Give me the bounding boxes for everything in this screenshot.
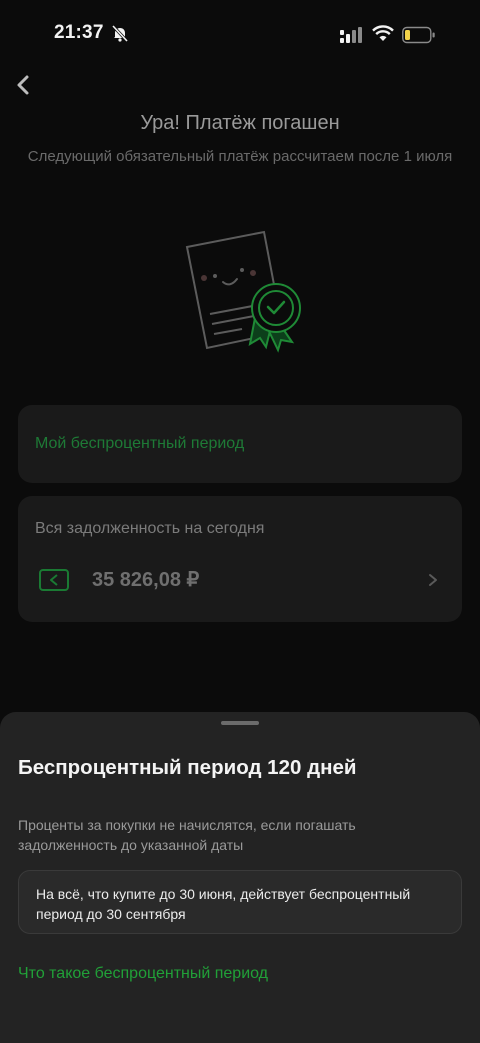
total-debt-card[interactable]: Вся задолженность на сегодня 35 826,08 ₽ <box>18 496 462 622</box>
page-title: Ура! Платёж погашен <box>140 112 340 134</box>
back-arrow-icon <box>17 75 29 95</box>
interest-free-period-label: Мой беспроцентный период <box>35 435 245 452</box>
cellular-signal-icon <box>340 27 364 48</box>
interest-free-period-card[interactable]: Мой беспроцентный период <box>18 405 462 483</box>
info-box-text: На всё, что купите до 30 июня, действует… <box>36 886 411 922</box>
status-time: 21:37 <box>54 22 104 43</box>
sheet-drag-handle[interactable] <box>221 721 259 725</box>
bell-off-icon <box>111 24 129 47</box>
battery-icon <box>402 26 436 49</box>
bottom-sheet: Беспроцентный период 120 дней Проценты з… <box>0 712 480 1043</box>
sheet-title: Беспроцентный период 120 дней <box>18 756 357 779</box>
status-bar: 21:37 <box>0 0 480 72</box>
sheet-description: Проценты за покупки не начислятся, если … <box>18 817 356 853</box>
wallet-icon <box>39 569 69 596</box>
back-button[interactable] <box>10 70 40 100</box>
payment-done-illustration <box>180 228 310 368</box>
wifi-icon <box>372 25 394 47</box>
total-debt-amount: 35 826,08 ₽ <box>92 569 200 591</box>
what-is-interest-free-link[interactable]: Что такое беспроцентный период <box>18 965 268 983</box>
info-box: На всё, что купите до 30 июня, действует… <box>18 870 462 934</box>
page-subtitle: Следующий обязательный платёж рассчитаем… <box>27 148 453 165</box>
chevron-right-icon <box>427 573 439 592</box>
total-debt-label: Вся задолженность на сегодня <box>35 520 265 537</box>
